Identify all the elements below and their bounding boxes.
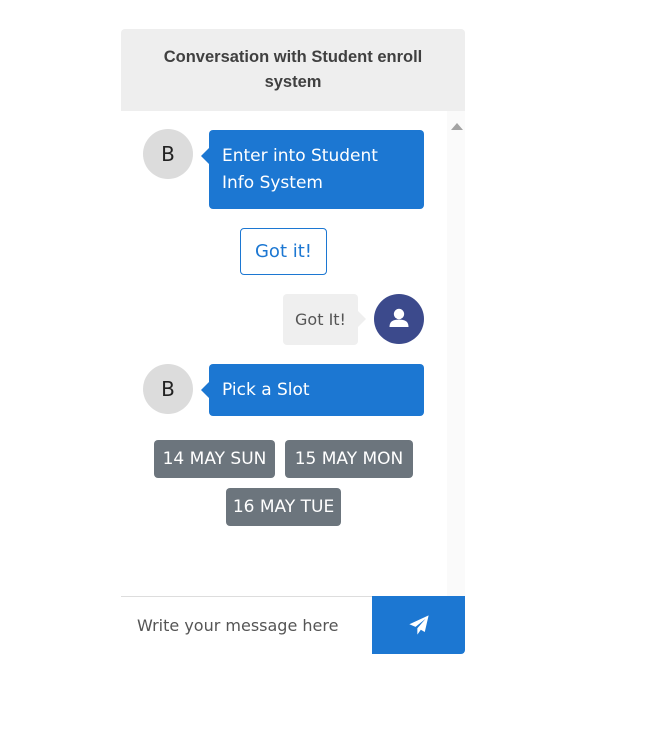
user-avatar (374, 294, 424, 344)
chat-title: Conversation with Student enroll system (163, 48, 423, 91)
bot-message-bubble: Pick a Slot (201, 364, 424, 416)
message-list: B Enter into Student Info System Got it!… (121, 111, 465, 596)
slot-label: 16 MAY TUE (232, 497, 335, 517)
chat-window: Conversation with Student enroll system … (121, 29, 465, 654)
scrollbar[interactable] (447, 111, 465, 596)
message-input[interactable] (121, 597, 372, 654)
bot-message-bubble: Enter into Student Info System (201, 130, 424, 209)
bot-avatar-letter: B (161, 142, 175, 166)
quick-reply-got-it-button[interactable]: Got it! (240, 228, 327, 275)
slot-label: 14 MAY SUN (162, 449, 267, 469)
user-message-bubble: Got It! (283, 294, 366, 345)
bot-avatar: B (143, 129, 193, 179)
chat-footer (121, 596, 465, 654)
chat-header: Conversation with Student enroll system (121, 29, 465, 111)
user-message-text: Got It! (295, 310, 346, 329)
bot-message-text: Pick a Slot (222, 380, 310, 400)
user-icon (389, 308, 409, 327)
send-button[interactable] (372, 596, 465, 654)
quick-reply-label: Got it! (254, 241, 312, 262)
bot-message-text: Enter into Student Info System (222, 146, 378, 193)
bot-avatar: B (143, 364, 193, 414)
slot-label: 15 MAY MON (294, 449, 404, 469)
bot-avatar-letter: B (161, 377, 175, 401)
slot-button-15-may[interactable]: 15 MAY MON (285, 440, 413, 478)
slot-button-14-may[interactable]: 14 MAY SUN (154, 440, 275, 478)
scroll-up-arrow-icon[interactable] (451, 123, 463, 130)
slot-button-16-may[interactable]: 16 MAY TUE (226, 488, 341, 526)
paper-plane-icon (408, 615, 429, 635)
